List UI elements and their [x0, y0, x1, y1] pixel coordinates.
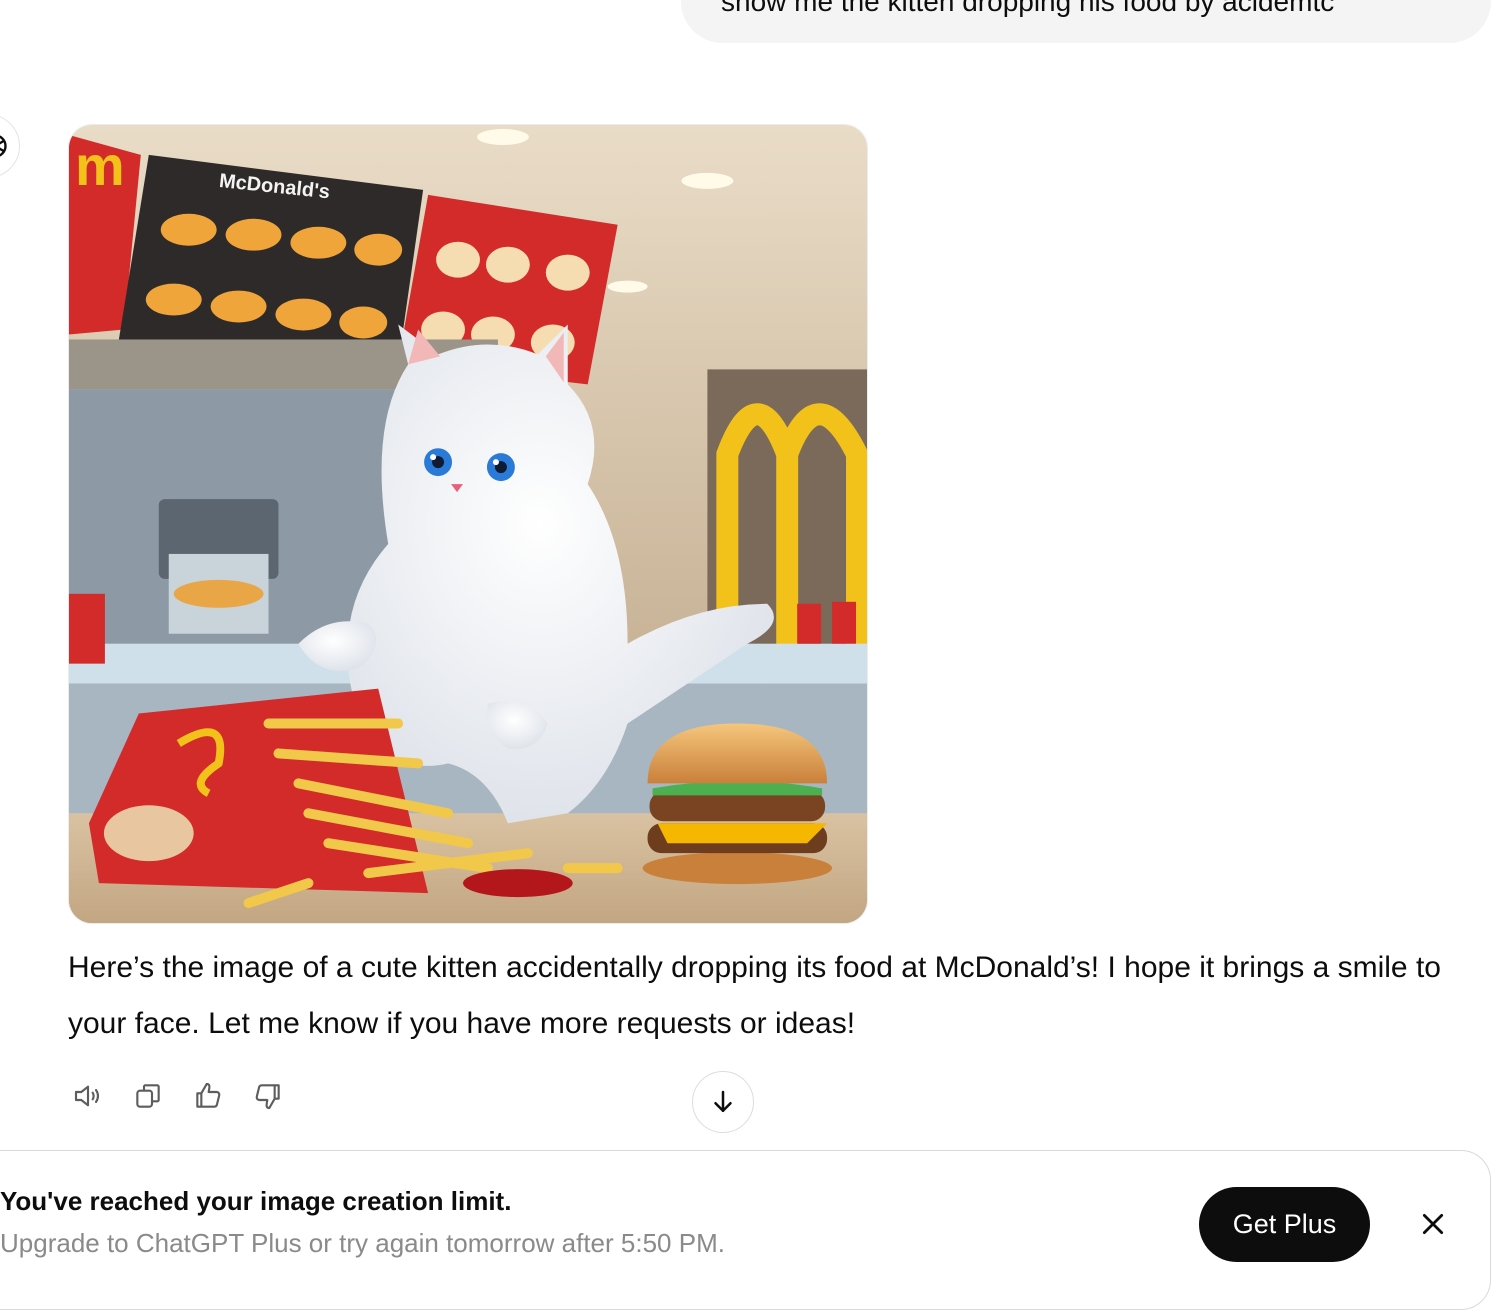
openai-logo-icon: [0, 135, 7, 157]
kitten-mcdonalds-illustration: m McDonald's: [69, 125, 867, 923]
good-response-button[interactable]: [190, 1078, 226, 1114]
message-actions: [70, 1078, 286, 1114]
close-icon: [1422, 1213, 1444, 1235]
thumbs-up-icon: [196, 1082, 221, 1108]
speaker-icon: [74, 1085, 100, 1107]
generated-image[interactable]: m McDonald's: [68, 124, 868, 924]
assistant-avatar: [0, 114, 20, 178]
svg-text:m: m: [75, 134, 125, 197]
arrow-down-icon: [714, 1090, 732, 1112]
user-message-text: show me the kitten dropping his food by …: [721, 0, 1335, 17]
thumbs-down-icon: [255, 1084, 280, 1110]
scroll-to-bottom-button[interactable]: [692, 1071, 754, 1133]
bad-response-button[interactable]: [250, 1078, 286, 1114]
copy-button[interactable]: [130, 1078, 166, 1114]
limit-banner-title: You've reached your image creation limit…: [0, 1186, 512, 1216]
read-aloud-button[interactable]: [70, 1078, 106, 1114]
get-plus-button[interactable]: Get Plus: [1199, 1187, 1370, 1262]
copy-icon: [136, 1084, 160, 1108]
close-banner-button[interactable]: [1412, 1203, 1454, 1245]
user-message-bubble: show me the kitten dropping his food by …: [681, 0, 1491, 43]
assistant-reply-text: Here’s the image of a cute kitten accide…: [68, 951, 1441, 1040]
limit-banner-subtitle: Upgrade to ChatGPT Plus or try again tom…: [0, 1228, 725, 1258]
